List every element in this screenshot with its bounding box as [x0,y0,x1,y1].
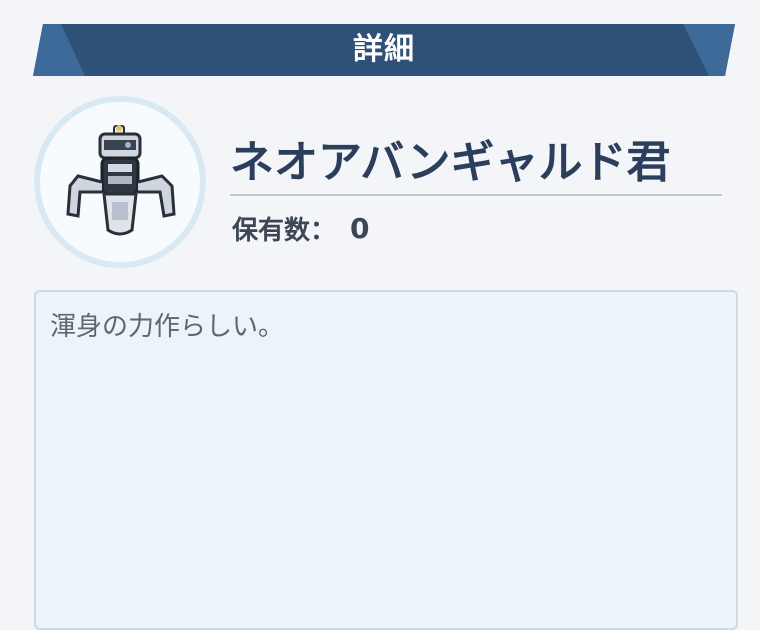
item-name: ネオアバンギャルド君 [230,137,671,188]
description-box: 渾身の力作らしい。 [34,290,738,630]
header-title: 詳細 [353,32,415,67]
detail-header: 詳細 [33,24,735,76]
spider-robot-icon [66,125,176,236]
name-divider [230,194,722,196]
owned-count-value: 0 [350,211,370,245]
item-avatar [34,96,206,268]
owned-count-row: 保有数： 0 [232,208,370,248]
item-description: 渾身の力作らしい。 [50,312,285,342]
owned-count-label: 保有数： [232,215,337,246]
